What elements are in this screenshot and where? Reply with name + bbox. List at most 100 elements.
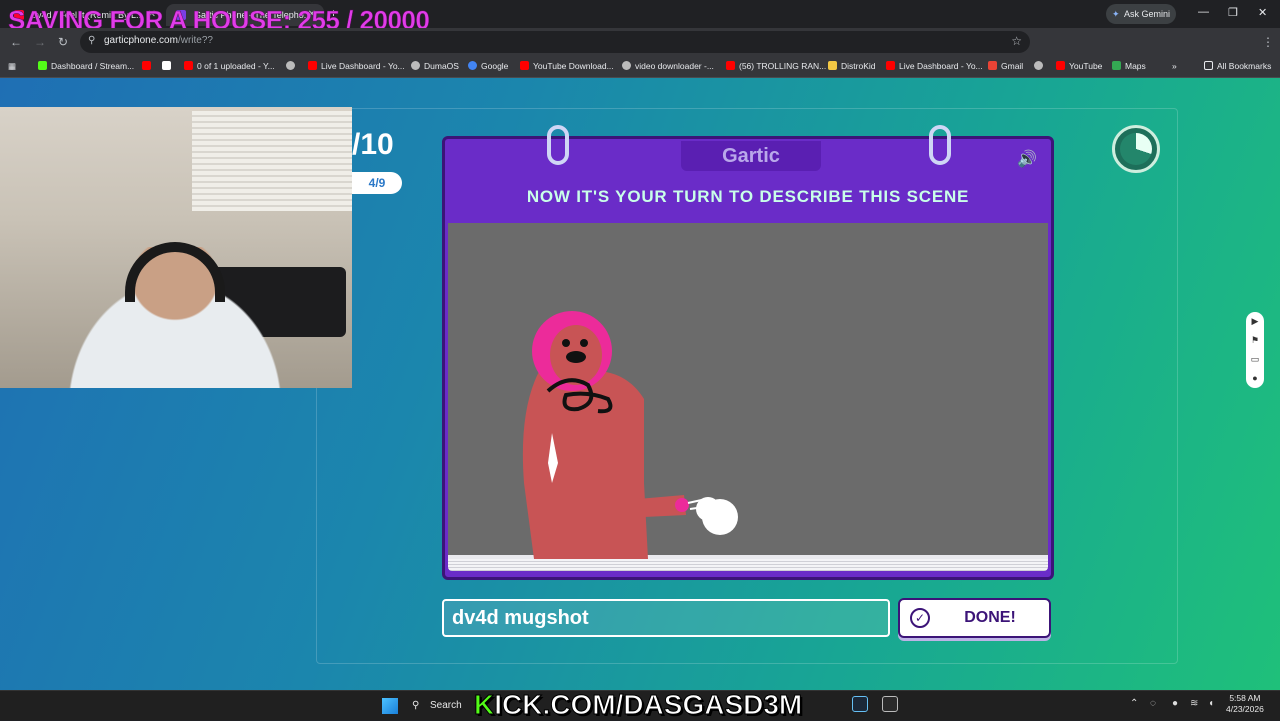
- bookmark-favicon-icon: [726, 61, 735, 70]
- apps-grid-icon[interactable]: ▦: [8, 61, 16, 72]
- url-path: /write??: [177, 35, 213, 46]
- steam-icon[interactable]: [852, 696, 868, 712]
- back-icon[interactable]: ←: [10, 35, 22, 49]
- binder-ring: [929, 125, 951, 165]
- url-text: garticphone.com/write??: [104, 35, 213, 46]
- wifi-icon[interactable]: ≋: [1190, 698, 1198, 709]
- bookmark-favicon-icon: [162, 61, 171, 70]
- address-bar[interactable]: ⚲ garticphone.com/write?? ☆: [80, 31, 1030, 53]
- turn-timer: [1112, 125, 1160, 173]
- taskbar-clock[interactable]: 5:58 AM 4/23/2026: [1226, 693, 1264, 715]
- bookmark-favicon-icon: [411, 61, 420, 70]
- drawing-canvas: [448, 223, 1048, 559]
- bookmark-label: YouTube: [1069, 61, 1103, 71]
- menu-dots-icon[interactable]: ⋮: [1262, 35, 1274, 49]
- bookmark-item[interactable]: [162, 61, 175, 71]
- webcam-feed: [0, 107, 352, 388]
- site-info-icon[interactable]: ⚲: [88, 35, 95, 46]
- gemini-sparkle-icon: ✦: [1112, 9, 1120, 19]
- notepad-edge: [448, 559, 1048, 571]
- description-input[interactable]: [444, 601, 888, 635]
- bookmark-item[interactable]: YouTube Download...: [520, 61, 614, 71]
- bookmark-item[interactable]: Google: [468, 61, 508, 71]
- done-button[interactable]: ✓ DONE!: [898, 598, 1051, 638]
- sound-icon[interactable]: 🔊: [1017, 149, 1037, 169]
- taskbar-search[interactable]: ⚲ Search: [410, 696, 462, 716]
- bookmark-favicon-icon: [142, 61, 151, 70]
- bookmark-favicon-icon: [468, 61, 477, 70]
- bookmark-favicon-icon: [38, 61, 47, 70]
- bookmark-label: Google: [481, 61, 509, 71]
- bookmark-label: YouTube Download...: [533, 61, 614, 71]
- ask-gemini-label: Ask Gemini: [1124, 9, 1171, 19]
- close-window-icon[interactable]: ✕: [1258, 6, 1267, 19]
- browser-toolbar: ← → ↻ ⚲ garticphone.com/write?? ☆ ⋮: [0, 28, 1280, 75]
- windows-start-icon[interactable]: [382, 698, 398, 714]
- search-label: Search: [430, 700, 462, 711]
- bookmark-favicon-icon: [622, 61, 631, 70]
- bookmark-item[interactable]: DistroKid: [828, 61, 875, 71]
- timer-pie-icon: [1120, 133, 1152, 165]
- bookmark-favicon-icon: [286, 61, 295, 70]
- bookmark-label: Live Dashboard - Yo...: [321, 61, 405, 71]
- folder-icon: [1204, 61, 1213, 70]
- bookmark-label: DumaOS: [424, 61, 459, 71]
- clock-date: 4/23/2026: [1226, 704, 1264, 714]
- tray-chevron-icon[interactable]: ⌃: [1130, 698, 1138, 709]
- bookmark-item[interactable]: [142, 61, 155, 71]
- volume-icon[interactable]: ◖: [1208, 698, 1214, 709]
- bookmark-label: Live Dashboard - Yo...: [899, 61, 983, 71]
- bookmark-label: (56) TROLLING RAN...: [739, 61, 827, 71]
- bookmark-item[interactable]: YouTube: [1056, 61, 1102, 71]
- bookmark-item[interactable]: (56) TROLLING RAN...: [726, 61, 826, 71]
- kick-rest: ICK.COM/DASGASD3M: [494, 689, 803, 721]
- url-domain: garticphone.com: [104, 35, 178, 46]
- side-toolbar: ▶ ⚑ ▭ ●: [1246, 312, 1264, 388]
- bookmark-item[interactable]: Gmail: [988, 61, 1023, 71]
- microphone-icon[interactable]: ●: [1246, 369, 1264, 388]
- restore-icon[interactable]: ❐: [1228, 6, 1238, 19]
- network-icon[interactable]: ◌: [1150, 698, 1156, 709]
- search-icon: ⚲: [412, 700, 420, 711]
- bookmark-label: 0 of 1 uploaded - Y...: [197, 61, 275, 71]
- bookmark-favicon-icon: [308, 61, 317, 70]
- done-label: DONE!: [964, 609, 1016, 626]
- more-bookmarks-chevron-icon[interactable]: »: [1172, 61, 1177, 71]
- bookmark-favicon-icon: [520, 61, 529, 70]
- ask-gemini-button[interactable]: ✦ Ask Gemini: [1106, 4, 1176, 24]
- minimize-icon[interactable]: —: [1198, 6, 1209, 18]
- all-bookmarks-folder[interactable]: All Bookmarks: [1204, 61, 1271, 71]
- bookmark-item[interactable]: [286, 61, 299, 71]
- kick-prefix: K: [473, 689, 495, 721]
- bookmark-item[interactable]: Maps: [1112, 61, 1146, 71]
- bookmark-star-icon[interactable]: ☆: [1011, 34, 1022, 48]
- bookmarks-bar: ▦ Dashboard / Stream... 0 of 1 uploaded …: [0, 56, 1280, 78]
- description-input-wrap: [442, 599, 890, 637]
- bookmark-label: Maps: [1125, 61, 1146, 71]
- bookmark-favicon-icon: [184, 61, 193, 70]
- bookmark-item[interactable]: video downloader -...: [622, 61, 714, 71]
- check-icon: ✓: [910, 608, 930, 628]
- bookmark-label: video downloader -...: [635, 61, 714, 71]
- microphone-tray-icon[interactable]: ●: [1172, 698, 1178, 709]
- reload-icon[interactable]: ↻: [58, 35, 68, 49]
- play-icon[interactable]: ▶: [1246, 312, 1264, 331]
- bookmark-item[interactable]: 0 of 1 uploaded - Y...: [184, 61, 275, 71]
- bookmark-favicon-icon: [1056, 61, 1065, 70]
- gartic-logo: Gartic: [681, 141, 821, 171]
- bookmark-item[interactable]: [1034, 61, 1047, 71]
- bookmark-label: DistroKid: [841, 61, 876, 71]
- window-blinds: [192, 111, 352, 211]
- bookmark-item[interactable]: Dashboard / Stream...: [38, 61, 134, 71]
- scene-board: Gartic 🔊 NOW IT'S YOUR TURN TO DESCRIBE …: [442, 125, 1054, 580]
- forward-icon[interactable]: →: [34, 35, 46, 49]
- chat-icon[interactable]: ▭: [1246, 350, 1264, 369]
- epic-games-icon[interactable]: [882, 696, 898, 712]
- flag-icon[interactable]: ⚑: [1246, 331, 1264, 350]
- bookmark-item[interactable]: Live Dashboard - Yo...: [308, 61, 405, 71]
- bookmark-item[interactable]: DumaOS: [411, 61, 459, 71]
- bookmark-favicon-icon: [886, 61, 895, 70]
- bookmark-item[interactable]: Live Dashboard - Yo...: [886, 61, 983, 71]
- bookmark-favicon-icon: [1112, 61, 1121, 70]
- bookmark-favicon-icon: [988, 61, 997, 70]
